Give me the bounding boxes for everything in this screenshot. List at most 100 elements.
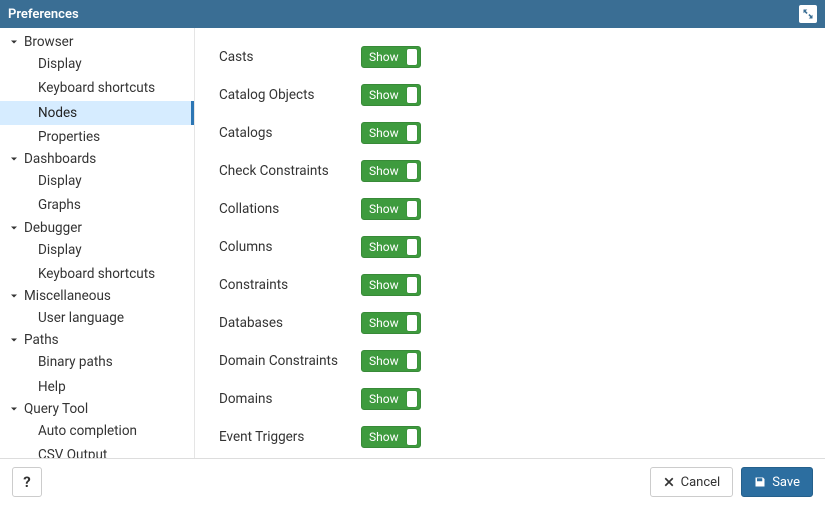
expand-button[interactable] — [799, 5, 817, 23]
sidebar-item[interactable]: Binary paths — [0, 350, 194, 374]
show-toggle[interactable]: Show — [361, 84, 421, 106]
show-toggle[interactable]: Show — [361, 350, 421, 372]
sidebar-item[interactable]: Keyboard shortcuts — [0, 76, 194, 100]
sidebar-group-header[interactable]: Debugger — [0, 218, 194, 238]
toggle-knob — [407, 163, 417, 179]
setting-label: Catalogs — [219, 125, 349, 141]
setting-label: Check Constraints — [219, 163, 349, 179]
sidebar-item[interactable]: User language — [0, 306, 194, 330]
toggle-label: Show — [362, 47, 407, 67]
main-panel[interactable]: Casts Show Catalog Objects Show Catalogs Show… — [195, 28, 825, 458]
toggle-knob — [407, 277, 417, 293]
toggle-label: Show — [362, 275, 407, 295]
save-button[interactable]: Save — [741, 467, 813, 497]
show-toggle[interactable]: Show — [361, 122, 421, 144]
sidebar-group: Miscellaneous User language — [0, 286, 194, 330]
toggle-knob — [407, 391, 417, 407]
sidebar-group-header[interactable]: Paths — [0, 330, 194, 350]
sidebar-group-header[interactable]: Miscellaneous — [0, 286, 194, 306]
sidebar-item-label: Display — [38, 242, 82, 258]
setting-label: Catalog Objects — [219, 87, 349, 103]
chevron-down-icon — [8, 153, 20, 165]
sidebar-item[interactable]: Display — [0, 238, 194, 262]
show-toggle[interactable]: Show — [361, 312, 421, 334]
sidebar-item-label: Display — [38, 173, 82, 189]
help-button[interactable]: ? — [12, 467, 42, 497]
toggle-label: Show — [362, 389, 407, 409]
show-toggle[interactable]: Show — [361, 274, 421, 296]
show-toggle[interactable]: Show — [361, 388, 421, 410]
toggle-knob — [407, 125, 417, 141]
dialog-body: Browser Display Keyboard shortcuts Nodes Pro… — [0, 28, 825, 459]
chevron-down-icon — [8, 403, 20, 415]
setting-row: Domains Show — [195, 380, 825, 418]
setting-row: Casts Show — [195, 38, 825, 76]
setting-label: Event Triggers — [219, 429, 349, 445]
setting-label: Constraints — [219, 277, 349, 293]
dialog-footer: ? Cancel Save — [0, 459, 825, 505]
sidebar-item[interactable]: Display — [0, 169, 194, 193]
show-toggle[interactable]: Show — [361, 236, 421, 258]
sidebar-group-label: Miscellaneous — [24, 288, 111, 304]
sidebar-item[interactable]: Graphs — [0, 193, 194, 217]
sidebar-item-label: Auto completion — [38, 423, 137, 439]
chevron-down-icon — [8, 36, 20, 48]
sidebar-group-header[interactable]: Dashboards — [0, 149, 194, 169]
expand-icon — [802, 8, 814, 20]
dialog-title: Preferences — [8, 7, 79, 22]
setting-label: Domains — [219, 391, 349, 407]
sidebar-item[interactable]: Properties — [0, 125, 194, 149]
show-toggle[interactable]: Show — [361, 426, 421, 448]
show-toggle[interactable]: Show — [361, 160, 421, 182]
chevron-down-icon — [8, 290, 20, 302]
setting-label: Columns — [219, 239, 349, 255]
chevron-down-icon — [8, 222, 20, 234]
toggle-knob — [407, 201, 417, 217]
setting-label: Domain Constraints — [219, 353, 349, 369]
show-toggle[interactable]: Show — [361, 198, 421, 220]
toggle-label: Show — [362, 237, 407, 257]
sidebar-group: Dashboards Display Graphs — [0, 149, 194, 218]
toggle-label: Show — [362, 313, 407, 333]
footer-actions: Cancel Save — [650, 467, 813, 497]
sidebar-item[interactable]: Nodes — [0, 101, 194, 125]
sidebar-item-label: Keyboard shortcuts — [38, 80, 155, 96]
cancel-label: Cancel — [681, 475, 721, 490]
chevron-down-icon — [8, 334, 20, 346]
setting-row: Event Triggers Show — [195, 418, 825, 456]
show-toggle[interactable]: Show — [361, 46, 421, 68]
sidebar-item[interactable]: Display — [0, 52, 194, 76]
toggle-knob — [407, 49, 417, 65]
setting-row: Domain Constraints Show — [195, 342, 825, 380]
save-icon — [754, 476, 766, 488]
toggle-label: Show — [362, 85, 407, 105]
sidebar-item[interactable]: Keyboard shortcuts — [0, 262, 194, 286]
setting-label: Collations — [219, 201, 349, 217]
toggle-label: Show — [362, 123, 407, 143]
setting-label: Casts — [219, 49, 349, 65]
toggle-knob — [407, 239, 417, 255]
sidebar-group: Debugger Display Keyboard shortcuts — [0, 218, 194, 287]
sidebar-group-header[interactable]: Query Tool — [0, 399, 194, 419]
sidebar-item[interactable]: Auto completion — [0, 419, 194, 443]
sidebar-group-header[interactable]: Browser — [0, 32, 194, 52]
sidebar-item-label: Graphs — [38, 197, 81, 213]
close-icon — [663, 476, 675, 488]
sidebar[interactable]: Browser Display Keyboard shortcuts Nodes Pro… — [0, 28, 195, 458]
sidebar-item[interactable]: Help — [0, 375, 194, 399]
setting-row: Collations Show — [195, 190, 825, 228]
sidebar-item-label: Properties — [38, 129, 100, 145]
sidebar-item[interactable]: CSV Output — [0, 443, 194, 458]
sidebar-item-label: CSV Output — [38, 447, 107, 458]
setting-row: Catalog Objects Show — [195, 76, 825, 114]
sidebar-group: Browser Display Keyboard shortcuts Nodes Pro… — [0, 32, 194, 149]
sidebar-group: PathsBinary paths Help — [0, 330, 194, 399]
dialog-header: Preferences — [0, 0, 825, 28]
setting-row: Columns Show — [195, 228, 825, 266]
save-label: Save — [772, 475, 800, 490]
cancel-button[interactable]: Cancel — [650, 467, 734, 497]
sidebar-item-label: Help — [38, 379, 66, 395]
sidebar-item-label: Display — [38, 56, 82, 72]
setting-row: Catalogs Show — [195, 114, 825, 152]
sidebar-group-label: Query Tool — [24, 401, 88, 417]
